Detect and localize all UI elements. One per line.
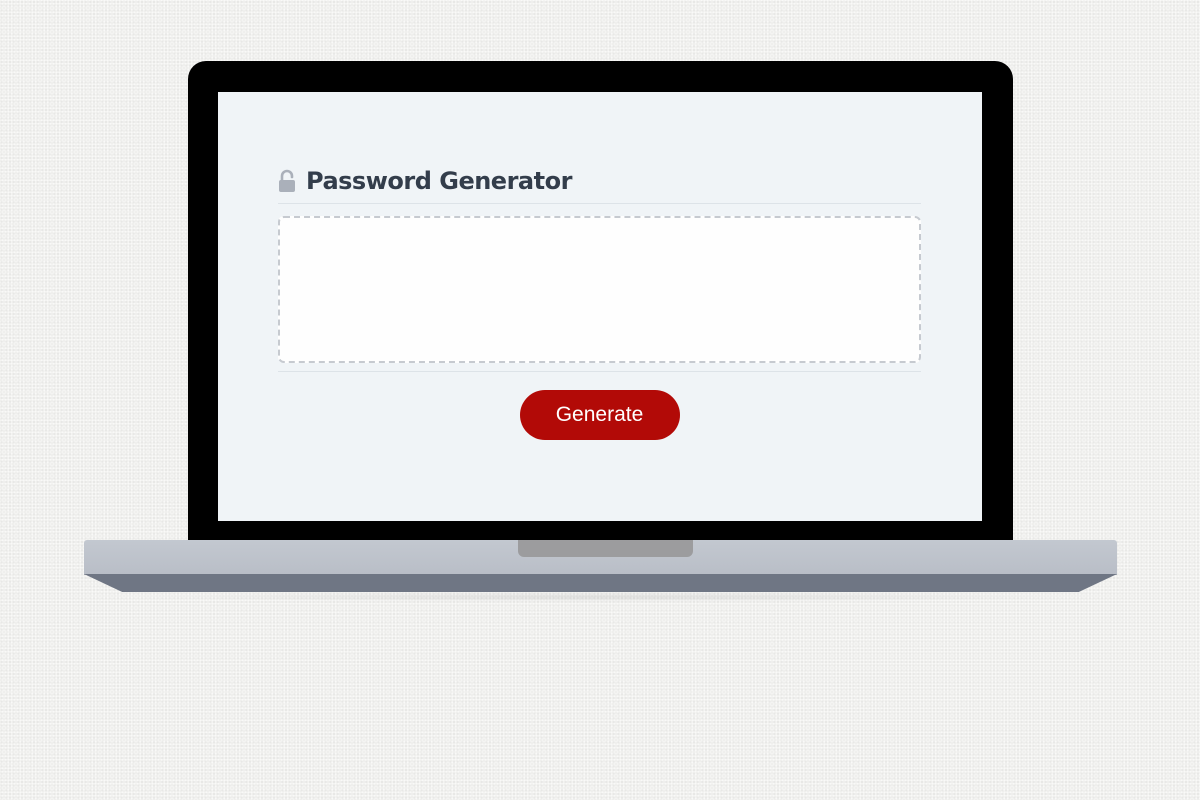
laptop-lid: Password Generator Generate [188, 61, 1013, 547]
card-header: Password Generator [278, 160, 921, 204]
laptop-screen: Password Generator Generate [218, 92, 982, 521]
laptop-shadow [120, 592, 1080, 602]
password-output[interactable] [278, 216, 921, 363]
laptop-base [84, 540, 1117, 574]
card-footer: Generate [278, 390, 921, 440]
laptop-base-bottom [84, 574, 1117, 592]
card-body [278, 216, 921, 372]
unlocked-padlock-icon [278, 169, 296, 193]
generate-button[interactable]: Generate [519, 390, 680, 440]
laptop-hinge-notch [518, 540, 693, 557]
page-title: Password Generator [306, 166, 572, 195]
password-generator-card: Password Generator Generate [278, 160, 921, 440]
